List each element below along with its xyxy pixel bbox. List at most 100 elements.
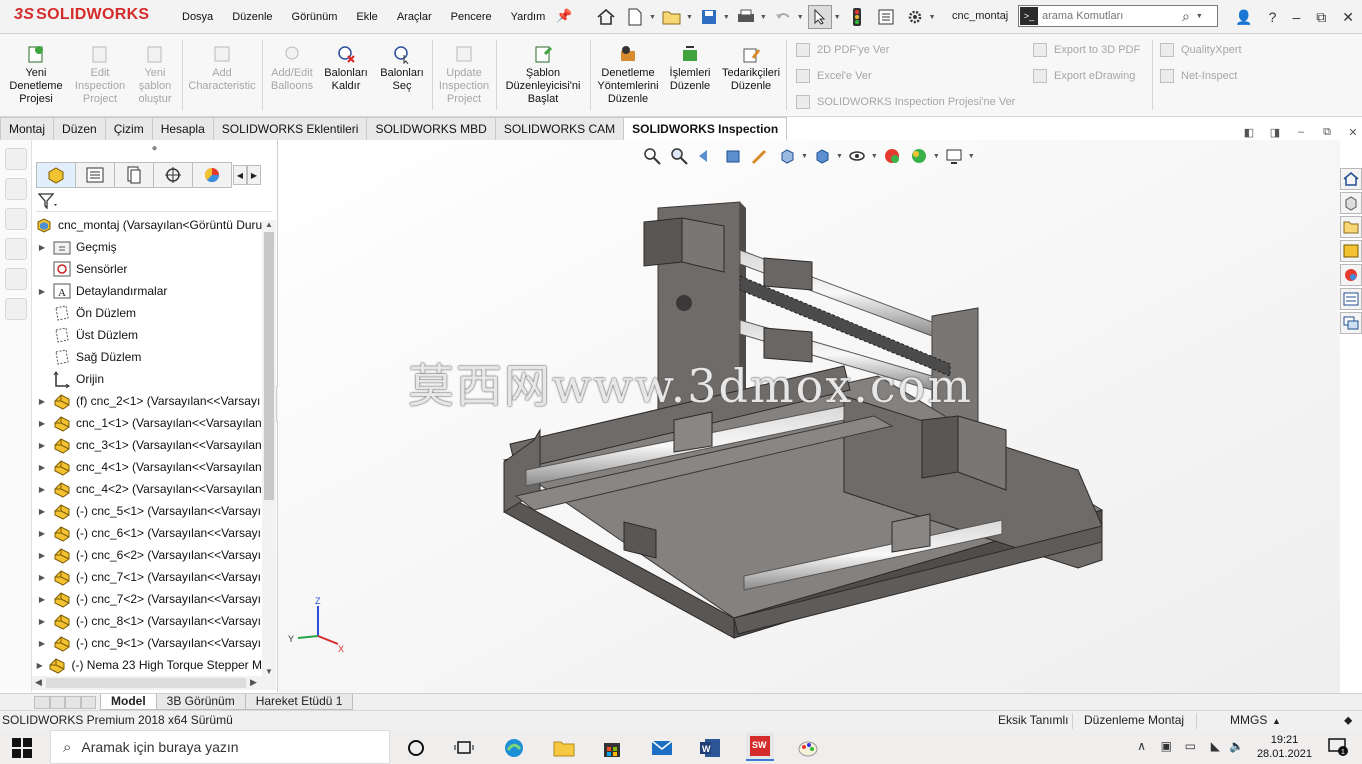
tree-root[interactable]: cnc_montaj (Varsayılan<Görüntü Duru (32, 214, 262, 236)
tree-item[interactable]: ▶ cnc_4<2> (Varsayılan<<Varsayılan (32, 478, 262, 500)
previous-view-icon[interactable] (696, 146, 716, 166)
tree-item[interactable]: Sensörler (32, 258, 262, 280)
tree-vertical-scrollbar[interactable]: ▲ ▼ (262, 220, 276, 676)
next-window-icon[interactable]: ◨ (1262, 126, 1288, 139)
tab-scroll-right-icon[interactable]: ▶ (247, 165, 261, 185)
dimxpert-tab-icon[interactable] (153, 162, 193, 188)
previous-tab-icon[interactable] (49, 695, 65, 709)
add-characteristic-button[interactable]: Add Characteristic (186, 44, 258, 93)
tab-navigation-arrows[interactable] (34, 695, 96, 709)
menu-araclar[interactable]: Araçlar (397, 11, 432, 23)
cortana-icon[interactable] (404, 736, 428, 760)
view-palette-icon[interactable] (1340, 240, 1362, 262)
select-pointer-icon[interactable] (807, 5, 832, 29)
tray-overflow-icon[interactable]: ∧ (1137, 739, 1146, 753)
notification-center-icon[interactable]: 1 (1328, 738, 1348, 756)
tree-item[interactable]: ▶ cnc_4<1> (Varsayılan<<Varsayılan (32, 456, 262, 478)
display-manager-tab-icon[interactable] (192, 162, 232, 188)
open-folder-icon[interactable] (660, 5, 684, 29)
tab-motion-study[interactable]: Hareket Etüdü 1 (244, 694, 354, 710)
mail-icon[interactable] (650, 736, 674, 760)
custom-properties-icon[interactable] (1340, 288, 1362, 310)
tree-filter[interactable] (36, 190, 272, 212)
solidworks-resources-icon[interactable] (1340, 168, 1362, 190)
minimize-doc-icon[interactable]: – (1288, 126, 1314, 139)
tool-strip-icon[interactable] (5, 238, 27, 260)
tool-strip-icon[interactable] (5, 208, 27, 230)
export-inspection-project-button[interactable]: SOLIDWORKS Inspection Projesi'ne Ver (796, 95, 1015, 109)
select-balloons-button[interactable]: Balonları Seç (374, 44, 430, 93)
tree-item[interactable]: ▶ (-) cnc_5<1> (Varsayılan<<Varsayı (32, 500, 262, 522)
previous-window-icon[interactable]: ◧ (1236, 126, 1262, 139)
expand-arrow-icon[interactable]: ▶ (32, 595, 52, 604)
export-edrawing-button[interactable]: Export eDrawing (1033, 69, 1135, 83)
chevron-down-icon[interactable]: ▼ (1196, 13, 1203, 20)
expand-arrow-icon[interactable]: ▶ (32, 617, 52, 626)
status-options-icon[interactable]: ⬥ (1344, 713, 1352, 728)
edit-appearance-icon[interactable] (882, 146, 902, 166)
user-icon[interactable]: 👤 (1235, 9, 1252, 26)
file-explorer-icon[interactable] (1340, 216, 1362, 238)
restore-doc-icon[interactable]: ⧉ (1314, 126, 1340, 139)
edit-operations-button[interactable]: İşlemleri Düzenle (662, 44, 718, 93)
property-manager-tab-icon[interactable] (75, 162, 115, 188)
scroll-thumb[interactable] (46, 678, 246, 688)
scroll-up-icon[interactable]: ▲ (262, 220, 276, 229)
new-template-button[interactable]: Yeni şablon oluştur (127, 44, 183, 106)
menu-ekle[interactable]: Ekle (356, 11, 377, 23)
tree-item[interactable]: ▶ A Detaylandırmalar (32, 280, 262, 302)
menu-gorunum[interactable]: Görünüm (292, 11, 338, 23)
windows-start-icon[interactable] (12, 738, 32, 758)
menu-duzenle[interactable]: Düzenle (232, 11, 272, 23)
tree-item[interactable]: Sağ Düzlem (32, 346, 262, 368)
taskbar-search[interactable]: ⌕ Aramak için buraya yazın (50, 730, 390, 764)
tree-item[interactable]: ▶ (-) Nema 23 High Torque Stepper M (32, 654, 262, 676)
next-tab-icon[interactable] (65, 695, 81, 709)
dynamic-annotation-icon[interactable] (750, 146, 770, 166)
expand-arrow-icon[interactable]: ▶ (32, 529, 52, 538)
tab-model[interactable]: Model (100, 694, 157, 710)
expand-arrow-icon[interactable]: ▶ (32, 243, 52, 252)
new-document-icon[interactable] (623, 5, 647, 29)
update-inspection-project-button[interactable]: Update Inspection Project (436, 44, 492, 106)
template-editor-button[interactable]: Şablon Düzenleyicisi'ni Başlat (500, 44, 586, 106)
edit-inspection-project-button[interactable]: Edit Inspection Project (72, 44, 128, 106)
feature-tree-tab-icon[interactable] (36, 162, 76, 188)
solidworks-logo[interactable]: 3S SOLIDWORKS (14, 6, 149, 24)
tool-strip-icon[interactable] (5, 148, 27, 170)
tree-item[interactable]: ▶ (-) cnc_9<1> (Varsayılan<<Varsayı (32, 632, 262, 654)
export-2d-pdf-button[interactable]: 2D PDF'ye Ver (796, 43, 889, 57)
store-icon[interactable] (600, 736, 624, 760)
unit-chevron-icon[interactable]: ▲ (1272, 716, 1281, 726)
tab-eklentiler[interactable]: SOLIDWORKS Eklentileri (212, 117, 368, 140)
search-icon[interactable]: ⌕ (1182, 8, 1190, 25)
export-excel-button[interactable]: Excel'e Ver (796, 69, 872, 83)
edit-inspection-methods-button[interactable]: Denetleme Yöntemlerini Düzenle (594, 44, 662, 106)
task-view-icon[interactable] (452, 736, 476, 760)
menu-dosya[interactable]: Dosya (182, 11, 213, 23)
forum-icon[interactable] (1340, 312, 1362, 334)
home-icon[interactable] (594, 5, 618, 29)
tab-hesapla[interactable]: Hesapla (151, 117, 214, 140)
tree-item[interactable]: Üst Düzlem (32, 324, 262, 346)
search-input[interactable] (1042, 10, 1182, 22)
tree-item[interactable]: ▶ (f) cnc_2<1> (Varsayılan<<Varsayı (32, 390, 262, 412)
file-properties-icon[interactable] (874, 5, 898, 29)
tab-duzen[interactable]: Düzen (53, 117, 106, 140)
scroll-thumb[interactable] (264, 232, 274, 500)
first-tab-icon[interactable] (34, 695, 50, 709)
export-3d-pdf-button[interactable]: Export to 3D PDF (1033, 43, 1140, 57)
tab-cam[interactable]: SOLIDWORKS CAM (494, 117, 625, 140)
battery-icon[interactable]: ▭ (1185, 739, 1196, 753)
tree-item[interactable]: ▶ cnc_1<1> (Varsayılan<<Varsayılan (32, 412, 262, 434)
tree-item[interactable]: ▶ (-) cnc_6<2> (Varsayılan<<Varsayı (32, 544, 262, 566)
expand-arrow-icon[interactable]: ▶ (32, 507, 52, 516)
configuration-manager-tab-icon[interactable] (114, 162, 154, 188)
tab-inspection[interactable]: SOLIDWORKS Inspection (623, 117, 788, 140)
expand-arrow-icon[interactable]: ▶ (32, 419, 52, 428)
expand-arrow-icon[interactable]: ▶ (32, 661, 47, 670)
tab-3d-view[interactable]: 3B Görünüm (155, 694, 246, 710)
expand-arrow-icon[interactable]: ▶ (32, 551, 52, 560)
restore-icon[interactable]: ⧉ (1316, 9, 1326, 26)
undo-icon[interactable] (771, 5, 795, 29)
